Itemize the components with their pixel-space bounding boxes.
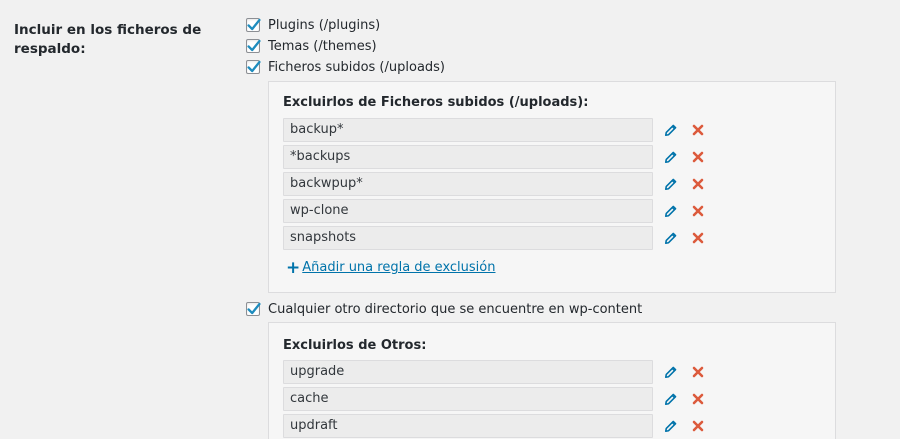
include-files-label: Incluir en los ficheros de respaldo: bbox=[14, 22, 202, 57]
close-icon[interactable] bbox=[690, 364, 706, 380]
checkmark-icon bbox=[247, 39, 261, 52]
plugins-label: Plugins (/plugins) bbox=[268, 17, 381, 33]
plus-icon: + bbox=[286, 257, 301, 278]
close-icon[interactable] bbox=[690, 122, 706, 138]
checkmark-icon bbox=[247, 18, 261, 31]
backup-settings-page: Incluir en los ficheros de respaldo: Plu… bbox=[0, 0, 900, 439]
themes-label: Temas (/themes) bbox=[268, 38, 377, 54]
pencil-icon[interactable] bbox=[663, 391, 679, 407]
pencil-icon[interactable] bbox=[663, 230, 679, 246]
uploads-exclusion-heading: Excluirlos de Ficheros subidos (/uploads… bbox=[283, 95, 589, 110]
include-option-uploads[interactable]: Ficheros subidos (/uploads) bbox=[246, 58, 445, 76]
pencil-icon[interactable] bbox=[663, 203, 679, 219]
exclusion-rule-input[interactable]: backup* bbox=[283, 118, 653, 142]
exclusion-rule-input[interactable]: snapshots bbox=[283, 226, 653, 250]
exclusion-rule-row: cache bbox=[283, 387, 706, 411]
exclusion-rule-input[interactable]: wp-clone bbox=[283, 199, 653, 223]
uploads-label: Ficheros subidos (/uploads) bbox=[268, 59, 446, 75]
exclusion-rule-input[interactable]: upgrade bbox=[283, 360, 653, 384]
themes-checkbox[interactable] bbox=[246, 39, 261, 53]
add-exclusion-rule-label[interactable]: Añadir una regla de exclusión bbox=[302, 260, 495, 275]
close-icon[interactable] bbox=[690, 176, 706, 192]
exclusion-rule-row: backup* bbox=[283, 118, 706, 142]
pencil-icon[interactable] bbox=[663, 364, 679, 380]
uploads-exclusion-panel: Excluirlos de Ficheros subidos (/uploads… bbox=[268, 81, 836, 293]
exclusion-rule-row: snapshots bbox=[283, 226, 706, 250]
pencil-icon[interactable] bbox=[663, 176, 679, 192]
exclusion-rule-input[interactable]: cache bbox=[283, 387, 653, 411]
pencil-icon[interactable] bbox=[663, 122, 679, 138]
close-icon[interactable] bbox=[690, 391, 706, 407]
other-exclusion-heading: Excluirlos de Otros: bbox=[283, 338, 427, 353]
close-icon[interactable] bbox=[690, 203, 706, 219]
include-option-plugins[interactable]: Plugins (/plugins) bbox=[246, 16, 380, 34]
include-option-other[interactable]: Cualquier otro directorio que se encuent… bbox=[246, 300, 642, 318]
pencil-icon[interactable] bbox=[663, 149, 679, 165]
uploads-checkbox[interactable] bbox=[246, 60, 261, 74]
plugins-checkbox[interactable] bbox=[246, 18, 261, 32]
other-dirs-label: Cualquier otro directorio que se encuent… bbox=[268, 301, 643, 317]
exclusion-rule-row: updraft bbox=[283, 414, 706, 438]
close-icon[interactable] bbox=[690, 230, 706, 246]
checkmark-icon bbox=[247, 60, 261, 73]
add-exclusion-rule-link[interactable]: + Añadir una regla de exclusión bbox=[286, 257, 495, 278]
other-dirs-checkbox[interactable] bbox=[246, 302, 261, 316]
close-icon[interactable] bbox=[690, 149, 706, 165]
checkmark-icon bbox=[247, 302, 261, 315]
exclusion-rule-row: *backups bbox=[283, 145, 706, 169]
other-exclusion-panel: Excluirlos de Otros: upgrade cache updra… bbox=[268, 322, 836, 439]
pencil-icon[interactable] bbox=[663, 418, 679, 434]
exclusion-rule-input[interactable]: *backups bbox=[283, 145, 653, 169]
exclusion-rule-input[interactable]: backwpup* bbox=[283, 172, 653, 196]
exclusion-rule-row: backwpup* bbox=[283, 172, 706, 196]
close-icon[interactable] bbox=[690, 418, 706, 434]
exclusion-rule-row: wp-clone bbox=[283, 199, 706, 223]
exclusion-rule-input[interactable]: updraft bbox=[283, 414, 653, 438]
exclusion-rule-row: upgrade bbox=[283, 360, 706, 384]
include-option-themes[interactable]: Temas (/themes) bbox=[246, 37, 377, 55]
